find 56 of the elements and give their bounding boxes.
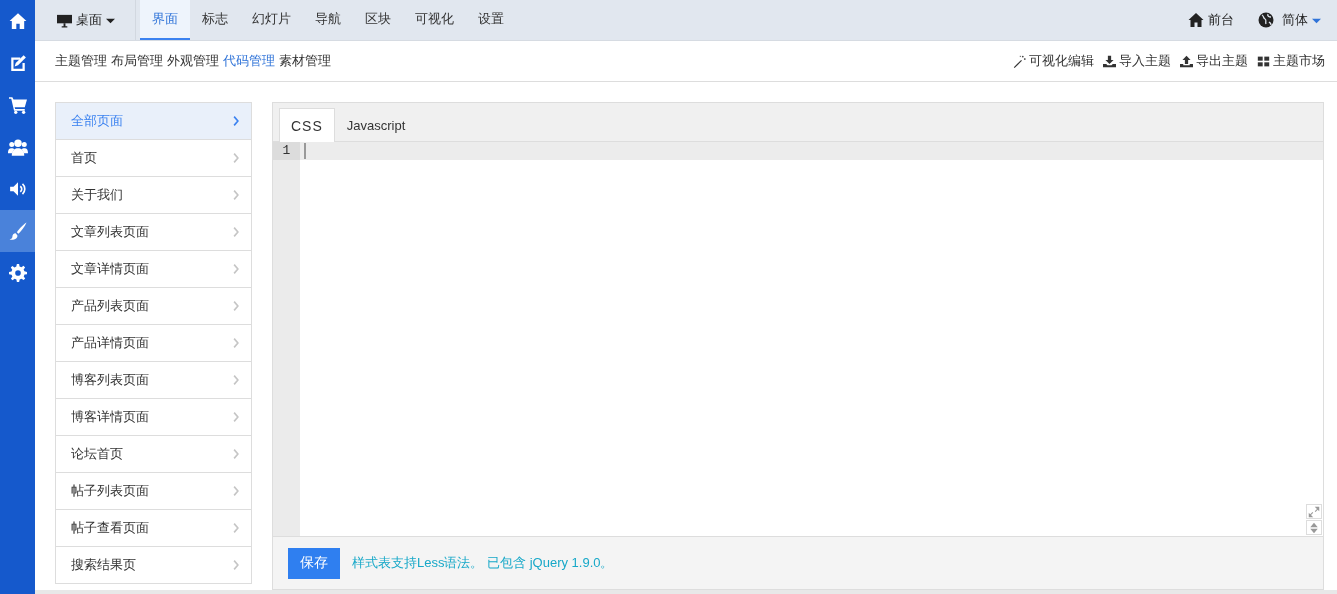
chevron-right-icon (231, 338, 241, 348)
monitor-icon (57, 12, 72, 28)
download-icon (1103, 54, 1116, 68)
chevron-right-icon (231, 560, 241, 570)
nav-tab[interactable]: 幻灯片 (240, 0, 303, 40)
expand-button[interactable] (1306, 504, 1322, 519)
home-icon (8, 12, 27, 30)
expand-icon (1308, 505, 1320, 518)
toolbar-link[interactable]: 主题市场 (1257, 52, 1325, 70)
hint-text: 样式表支持Less语法。 已包含 jQuery 1.9.0。 (352, 554, 614, 572)
toolbar-link[interactable]: 可视化编辑 (1013, 52, 1094, 70)
subnav-link[interactable]: 代码管理 (223, 52, 279, 70)
nav-tab[interactable]: 标志 (190, 0, 240, 40)
home-icon (1188, 12, 1204, 28)
volume-icon (8, 180, 27, 198)
chevron-right-icon (231, 412, 241, 422)
chevron-right-icon (231, 301, 241, 311)
magic-wand-icon (1013, 54, 1026, 68)
chevron-right-icon (231, 375, 241, 385)
grid-icon (1257, 54, 1270, 68)
nav-tab[interactable]: 设置 (466, 0, 516, 40)
edit-icon (8, 54, 27, 72)
subnav-link[interactable]: 布局管理 (111, 52, 167, 70)
device-dropdown[interactable]: 桌面 (35, 0, 136, 40)
save-button[interactable]: 保存 (288, 547, 340, 579)
chevron-right-icon (231, 190, 241, 200)
toolbar-link[interactable]: 导入主题 (1103, 52, 1171, 70)
brush-icon (8, 222, 27, 240)
resize-button[interactable] (1306, 520, 1322, 535)
subnav-link[interactable]: 主题管理 (55, 52, 111, 70)
chevron-right-icon (231, 486, 241, 496)
line-number: 1 (273, 142, 300, 160)
chevron-right-icon (231, 264, 241, 274)
chevron-right-icon (231, 449, 241, 459)
chevron-right-icon (231, 227, 241, 237)
nav-tab[interactable]: 界面 (140, 0, 190, 40)
globe-icon (1258, 12, 1274, 28)
upload-icon (1180, 54, 1193, 68)
subnav-link[interactable]: 素材管理 (279, 52, 335, 70)
nav-tab[interactable]: 区块 (353, 0, 403, 40)
settings-icon (8, 264, 27, 282)
chevron-right-icon (231, 523, 241, 533)
users-icon (7, 137, 28, 157)
chevron-right-icon (231, 153, 241, 163)
chevron-right-icon (231, 116, 241, 126)
editor-tab[interactable]: Javascript (334, 108, 418, 142)
cart-icon (8, 96, 27, 114)
sidebar-icon-button[interactable] (0, 210, 35, 252)
frontend-link[interactable]: 前台 (1176, 0, 1246, 40)
language-dropdown[interactable]: 简体 (1246, 0, 1337, 40)
nav-tab[interactable]: 导航 (303, 0, 353, 40)
subnav-link[interactable]: 外观管理 (167, 52, 223, 70)
nav-tab[interactable]: 可视化 (403, 0, 466, 40)
toolbar-link[interactable]: 导出主题 (1180, 52, 1248, 70)
resize-vertical-icon (1308, 521, 1320, 534)
editor-tab[interactable]: CSS (279, 108, 335, 142)
